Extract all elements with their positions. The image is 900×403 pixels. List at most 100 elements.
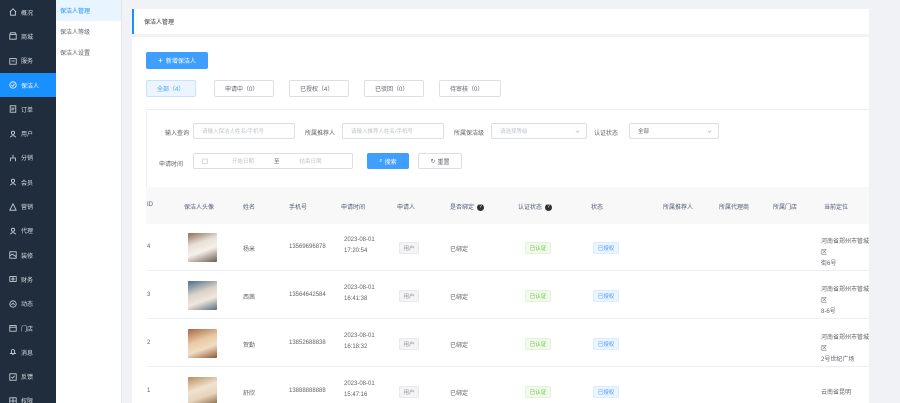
cell-location: 河南省郑州市管城区 2号世纪广场	[821, 335, 869, 363]
cell-phone: 13888888888	[289, 388, 326, 394]
submenu-item-cleaner-level[interactable]: 保洁人等级	[56, 21, 121, 42]
sidebar-item-decoration[interactable]: 装修	[0, 243, 56, 267]
marketing-icon	[9, 202, 17, 211]
sidebar-item-label: 用户	[21, 132, 34, 139]
tab-rejected[interactable]: 已驳回（0）	[364, 80, 424, 97]
sidebar-item-label: 概况	[21, 10, 34, 17]
sidebar-item-overview[interactable]: 概况	[0, 0, 56, 24]
date-label: 申请时间	[159, 162, 184, 168]
bell-icon	[9, 348, 17, 356]
search-button[interactable]: ⌕ 搜索	[367, 153, 409, 169]
finance-icon	[9, 275, 17, 283]
order-icon	[9, 105, 17, 113]
service-icon	[9, 57, 17, 65]
cell-bound: 已绑定	[450, 391, 469, 397]
reset-button[interactable]: ↻ 重置	[418, 153, 462, 169]
help-icon[interactable]: ?	[545, 203, 553, 211]
agent-label: 所属推荐人	[305, 131, 336, 137]
home-icon	[9, 8, 17, 16]
status-tag: 已授权	[593, 338, 619, 350]
sidebar-item-news[interactable]: 动态	[0, 292, 56, 316]
cell-phone: 13852688838	[289, 340, 326, 346]
sidebar-item-finance[interactable]: 财务	[0, 267, 56, 291]
column-header: ID	[147, 202, 153, 208]
column-header: 所属门店	[773, 205, 798, 211]
date-range-separator: 至	[274, 159, 280, 165]
auth-status-tag: 已认证	[525, 386, 551, 398]
sidebar-item-cleaner[interactable]: 保洁人	[0, 72, 56, 98]
table-row: 3 西茜 13564642584 2023-08-01 16:41:38 用户 …	[146, 272, 869, 319]
level-select[interactable]: 请选择等级	[491, 123, 587, 139]
search-input[interactable]: 请输入保洁人姓名/手机号	[193, 123, 295, 139]
calendar-icon	[202, 158, 208, 164]
cell-date: 2023-08-01	[344, 333, 375, 339]
sidebar-item-marketing[interactable]: 营销	[0, 194, 56, 218]
applicant-tag: 用户	[399, 338, 419, 350]
cell-phone: 13569696878	[289, 244, 326, 250]
help-icon[interactable]: ?	[477, 203, 485, 211]
agent-input[interactable]: 请输入推荐人姓名/手机号	[342, 123, 444, 139]
sidebar-item-service[interactable]: 服务	[0, 49, 56, 73]
applicant-tag: 用户	[399, 290, 419, 302]
tab-authorized[interactable]: 已授权（4）	[289, 80, 349, 97]
avatar	[188, 377, 217, 403]
sidebar-item-mall[interactable]: 商城	[0, 24, 56, 48]
chevron-down-icon	[707, 130, 712, 133]
sidebar-item-label: 权限	[21, 399, 34, 403]
sidebar-item-permission[interactable]: 权限	[0, 389, 56, 403]
sidebar-item-label: 订单	[21, 107, 34, 114]
submenu-item-cleaner-settings[interactable]: 保洁人设置	[56, 42, 121, 63]
date-range-picker[interactable]: 开始日期 至 结束日期	[193, 153, 353, 169]
tab-pending[interactable]: 待审核（0）	[439, 80, 501, 97]
column-header: 状态	[591, 205, 604, 211]
level-label: 所属保洁级	[454, 131, 485, 137]
cell-location: 云南省昆明	[821, 390, 852, 396]
search-label: 输入查询	[165, 131, 190, 137]
breadcrumb: 保洁人管理	[132, 9, 869, 34]
status-tag: 已授权	[593, 290, 619, 302]
column-header: 手机号	[289, 205, 308, 211]
sidebar-item-label: 反馈	[21, 375, 34, 382]
sidebar-item-distribution[interactable]: 分销	[0, 146, 56, 170]
cell-id: 2	[147, 340, 151, 346]
status-tag: 已授权	[593, 242, 619, 254]
sidebar-item-order[interactable]: 订单	[0, 97, 56, 121]
add-cleaner-button[interactable]: + 新增保洁人	[146, 52, 208, 69]
sidebar-item-agent[interactable]: 代理	[0, 219, 56, 243]
sidebar-item-label: 服务	[21, 59, 34, 66]
table-row: 2 贺勤 13852688838 2023-08-01 16:18:32 用户 …	[146, 320, 869, 367]
chevron-down-icon	[575, 130, 580, 133]
sidebar-item-feedback[interactable]: 反馈	[0, 364, 56, 388]
column-header-label: 是否绑定	[450, 205, 475, 211]
auth-select[interactable]: 全部	[629, 123, 719, 139]
store-icon	[9, 324, 17, 332]
agent-icon	[9, 227, 17, 235]
sidebar-item-label: 门店	[21, 326, 34, 333]
submenu-item-cleaner-management[interactable]: 保洁人管理	[56, 0, 121, 21]
tab-all[interactable]: 全部（4）	[146, 80, 196, 97]
date-start-input[interactable]: 开始日期	[218, 157, 268, 165]
add-cleaner-label: 新增保洁人	[165, 59, 196, 65]
main-content: 保洁人管理 + 新增保洁人 全部（4） 申请中（0） 已授权（4） 已驳回（0） …	[122, 0, 900, 403]
column-header: 申请时间	[341, 205, 366, 211]
decoration-icon	[9, 251, 17, 259]
sidebar-item-label: 会员	[21, 180, 34, 187]
sidebar-item-store[interactable]: 门店	[0, 316, 56, 340]
sidebar-item-member[interactable]: 会员	[0, 170, 56, 194]
cell-time: 16:18:32	[344, 344, 368, 350]
status-tag: 已授权	[593, 386, 619, 398]
column-header: 姓名	[243, 205, 256, 211]
cell-id: 1	[147, 388, 151, 394]
sidebar-item-label: 消息	[21, 350, 34, 357]
user-icon	[9, 130, 17, 138]
content-panel: + 新增保洁人 全部（4） 申请中（0） 已授权（4） 已驳回（0） 待审核（0）…	[132, 37, 869, 403]
sidebar-item-user[interactable]: 用户	[0, 121, 56, 145]
sidebar-item-label: 营销	[21, 205, 34, 212]
cell-time: 17:20:54	[344, 248, 368, 254]
tab-applying[interactable]: 申请中（0）	[214, 80, 274, 97]
cell-location: 河南省郑州市管城区 8-6号	[821, 287, 869, 315]
date-end-input[interactable]: 结束日期	[286, 157, 336, 165]
sidebar-item-message[interactable]: 消息	[0, 340, 56, 364]
cell-id: 3	[147, 292, 151, 298]
column-header: 所属推荐人	[663, 205, 694, 211]
